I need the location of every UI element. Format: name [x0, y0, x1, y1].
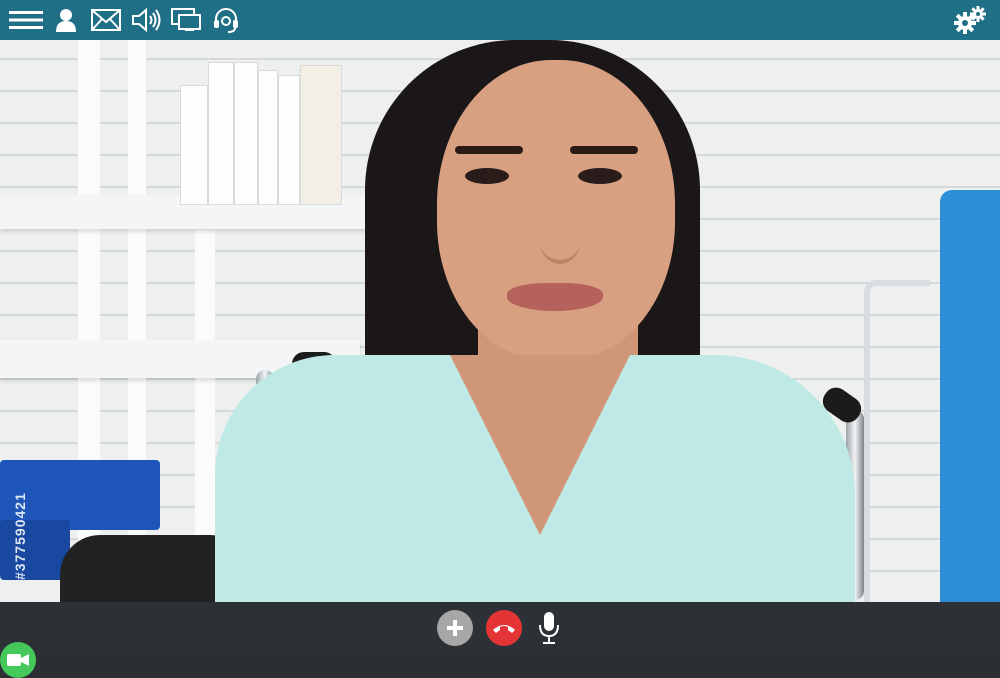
settings-button[interactable] — [952, 4, 988, 36]
add-participant-button[interactable] — [437, 610, 473, 646]
eye — [578, 168, 622, 184]
menu-icon — [9, 11, 43, 29]
mail-icon — [91, 9, 121, 31]
hang-up-button[interactable] — [486, 610, 522, 646]
binder — [234, 62, 258, 205]
camera-toggle-button[interactable] — [0, 642, 36, 678]
binder — [300, 65, 342, 205]
microphone-button[interactable] — [535, 610, 563, 646]
binder — [278, 75, 300, 205]
binder — [180, 85, 208, 205]
person-face — [437, 60, 675, 360]
stock-watermark: #377590421 — [12, 492, 28, 580]
messages-button[interactable] — [88, 4, 124, 36]
screen-share-button[interactable] — [168, 4, 204, 36]
eyebrow — [570, 146, 638, 154]
video-camera-icon — [7, 654, 29, 666]
eyebrow — [455, 146, 523, 154]
menu-button[interactable] — [8, 4, 44, 36]
nose — [540, 220, 580, 264]
screen-share-icon — [171, 8, 201, 31]
speaker-icon — [132, 8, 161, 32]
volume-button[interactable] — [128, 4, 164, 36]
bed-rail — [864, 280, 930, 602]
shelf-post — [195, 230, 215, 570]
support-button[interactable] — [208, 4, 244, 36]
video-feed: #377590421 — [0, 40, 1000, 602]
lips — [507, 283, 603, 311]
eye — [465, 168, 509, 184]
top-toolbar — [0, 0, 1000, 40]
headset-icon — [214, 8, 238, 33]
settings-icon — [954, 6, 986, 34]
microphone-icon — [539, 612, 559, 644]
gown-neckline — [450, 355, 630, 535]
profile-button[interactable] — [48, 4, 84, 36]
hospital-bed — [940, 190, 1000, 602]
user-icon — [56, 9, 76, 32]
binder — [208, 62, 234, 205]
binder — [258, 70, 278, 205]
call-controls — [0, 602, 1000, 678]
phone-hangup-icon — [493, 625, 515, 633]
add-icon — [447, 620, 463, 636]
